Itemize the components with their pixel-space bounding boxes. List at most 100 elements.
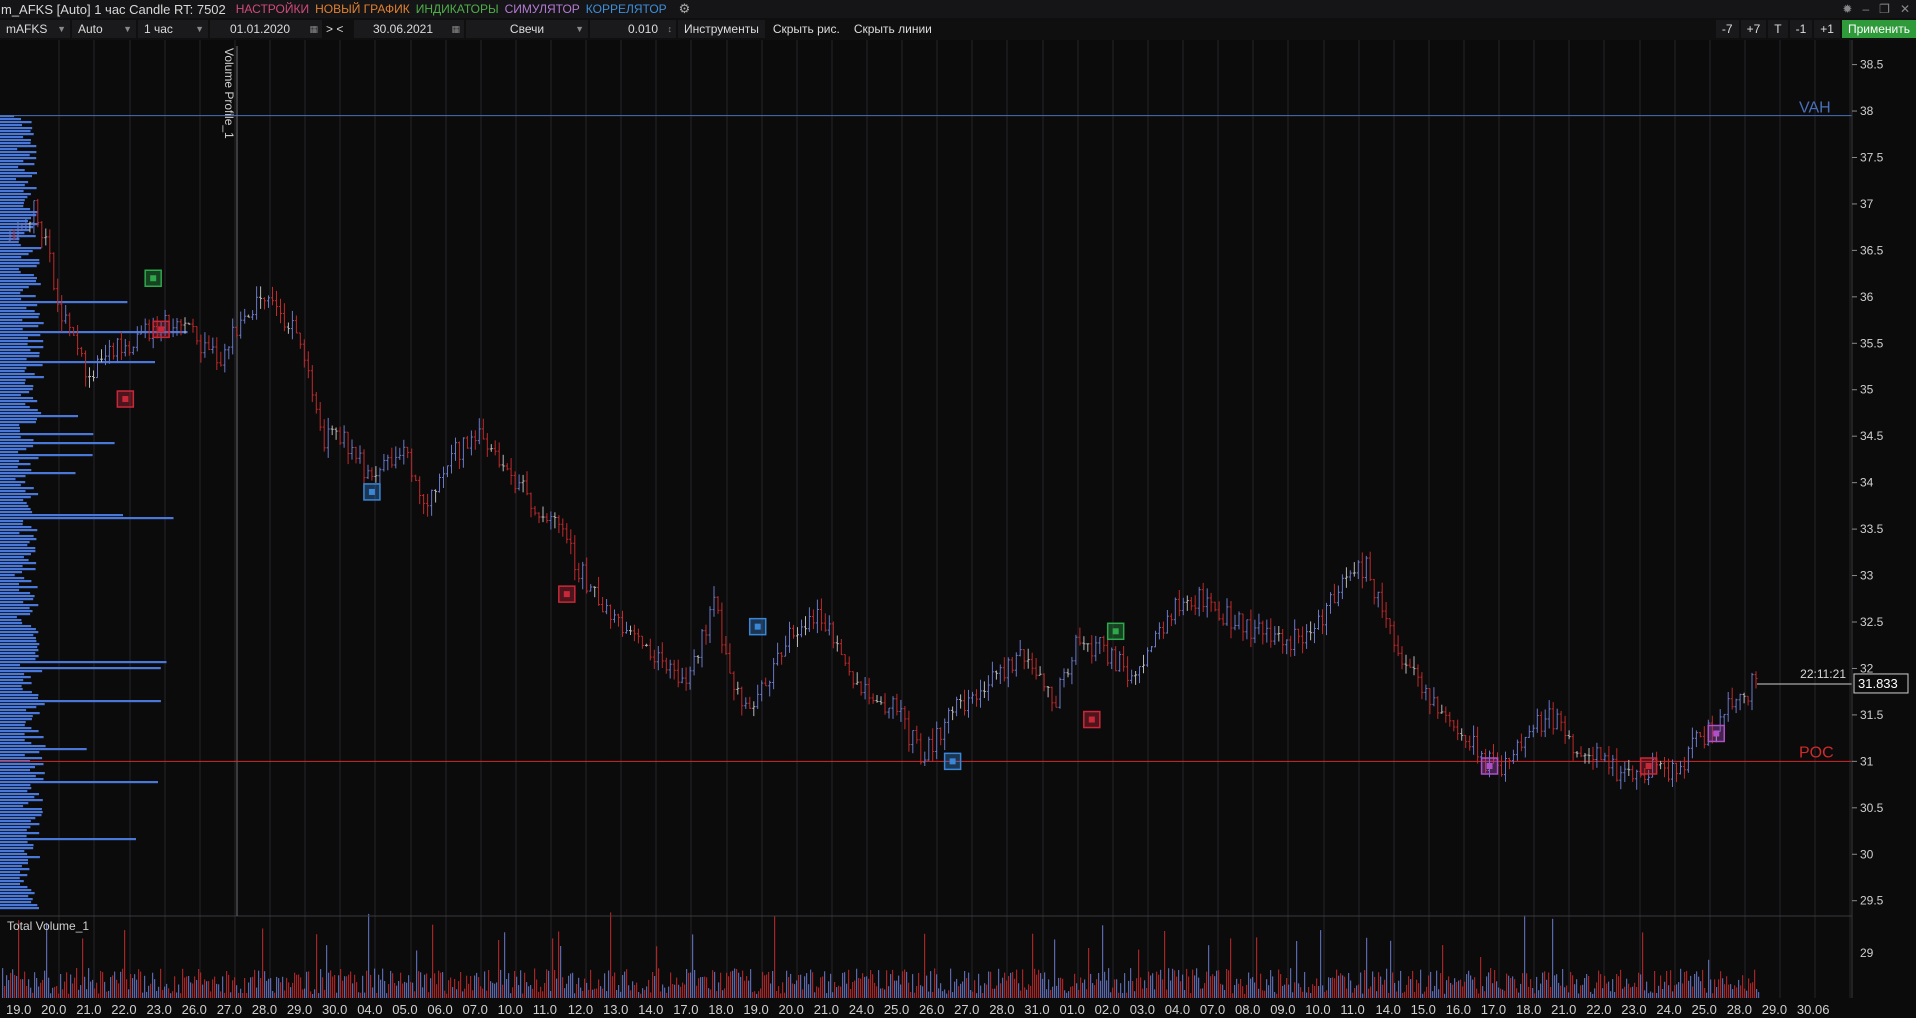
volume-bar: [240, 988, 242, 998]
volume-bar: [28, 979, 30, 998]
minimize-icon[interactable]: –: [1862, 2, 1869, 16]
volume-bar: [1364, 970, 1366, 998]
maximize-icon[interactable]: ❐: [1879, 2, 1890, 16]
menu-simulator[interactable]: СИМУЛЯТОР: [505, 2, 580, 16]
volume-bar: [538, 991, 540, 998]
calendar-icon[interactable]: ▦: [451, 20, 460, 38]
profile-bar: [0, 418, 37, 421]
profile-bar: [0, 124, 22, 127]
hide-drawings-button[interactable]: Скрыть рис.: [767, 20, 846, 38]
volume-bar: [1004, 972, 1006, 998]
volume-bar: [620, 991, 622, 998]
volume-bar: [966, 978, 968, 998]
gear-icon[interactable]: ⚙: [679, 1, 691, 17]
menu-indicators[interactable]: ИНДИКАТОРЫ: [416, 2, 499, 16]
volume-bar: [804, 976, 806, 998]
volume-bar: [82, 938, 84, 998]
volume-bar: [1474, 977, 1476, 998]
volume-bar: [680, 986, 682, 998]
volume-bar: [1122, 993, 1124, 998]
volume-bar: [996, 985, 998, 998]
close-icon[interactable]: ✕: [1900, 2, 1910, 16]
menu-correlator[interactable]: КОРРЕЛЯТОР: [586, 2, 667, 16]
menu-settings[interactable]: НАСТРОЙКИ: [236, 2, 309, 16]
profile-bar: [0, 706, 37, 709]
timeframe-select[interactable]: 1 час ▼: [138, 20, 208, 38]
profile-bar: [0, 358, 27, 361]
profile-bar: [0, 487, 34, 490]
volume-bar: [922, 986, 924, 998]
volume-bar: [1040, 973, 1042, 998]
shift-minus-1-button[interactable]: -1: [1789, 20, 1813, 38]
tick-size-stepper[interactable]: 0.010 ↕: [590, 20, 676, 38]
volume-bar: [20, 979, 22, 998]
volume-bar: [246, 993, 248, 998]
volume-bar: [1382, 984, 1384, 998]
today-button[interactable]: T: [1768, 20, 1788, 38]
pin-icon[interactable]: ✹: [1842, 2, 1852, 16]
apply-button[interactable]: Применить: [1841, 20, 1916, 38]
volume-bar: [96, 982, 98, 998]
volume-bar: [746, 976, 748, 998]
volume-bar: [826, 993, 828, 998]
price-chart[interactable]: Volume Profile_1 VAH POC 22:11:21 29.5 30 3…: [0, 40, 1916, 1018]
volume-bar: [1174, 970, 1176, 998]
volume-bar: [1232, 993, 1234, 998]
volume-bar: [932, 992, 934, 998]
symbol-select[interactable]: mAFKS ▼: [0, 20, 70, 38]
volume-bar: [1568, 992, 1570, 998]
volume-bar: [1132, 981, 1134, 998]
hide-lines-button[interactable]: Скрыть линии: [848, 20, 938, 38]
volume-bar: [1058, 977, 1060, 998]
profile-bar: [0, 175, 32, 178]
date-to-field[interactable]: 30.06.2021 ▦: [354, 20, 464, 38]
volume-bar: [30, 987, 32, 998]
volume-bar: [1514, 979, 1516, 998]
volume-bar: [1488, 972, 1490, 998]
price-tick-label: 35.5: [1860, 336, 1884, 350]
volume-bar: [390, 970, 392, 998]
shift-plus-7-button[interactable]: +7: [1740, 20, 1767, 38]
volume-bar: [626, 969, 628, 998]
profile-bar: [0, 904, 38, 907]
volume-bar: [322, 977, 324, 998]
profile-bar: [0, 748, 87, 751]
shift-minus-7-button[interactable]: -7: [1715, 20, 1739, 38]
volume-bar: [838, 985, 840, 998]
mode-select[interactable]: Auto ▼: [72, 20, 136, 38]
volume-bar: [942, 991, 944, 998]
volume-bar: [1194, 975, 1196, 998]
nav-arrows[interactable]: > <: [324, 20, 352, 38]
volume-bar: [60, 974, 62, 998]
stepper-icon[interactable]: ↕: [668, 20, 673, 38]
volume-bar: [1010, 972, 1012, 998]
shift-plus-1-button[interactable]: +1: [1814, 20, 1840, 38]
menu-new-chart[interactable]: НОВЫЙ ГРАФИК: [315, 2, 410, 16]
volume-bar: [364, 992, 366, 998]
price-axis[interactable]: 29.5 30 30.5 31 31.5 32 32.5 33 33.5 34 34.5 35 35.5…: [1851, 40, 1916, 1018]
profile-bar: [0, 763, 44, 766]
volume-bar: [1146, 988, 1148, 998]
date-from-field[interactable]: 01.01.2020 ▦: [210, 20, 322, 38]
profile-bar: [0, 901, 32, 904]
instruments-button[interactable]: Инструменты: [678, 20, 765, 38]
profile-bar: [0, 652, 36, 655]
volume-bar: [106, 991, 108, 998]
calendar-icon[interactable]: ▦: [309, 20, 318, 38]
price-tick-label: 37.5: [1860, 150, 1884, 164]
profile-bar: [0, 424, 20, 427]
chart-type-select[interactable]: Свечи ▼: [466, 20, 588, 38]
volume-bar: [1688, 980, 1690, 998]
volume-bar: [608, 970, 610, 998]
volume-bar: [1500, 988, 1502, 998]
volume-bar: [1728, 984, 1730, 998]
volume-bar: [984, 983, 986, 998]
profile-bar: [0, 667, 161, 670]
poc-label: POC: [1799, 744, 1834, 761]
date-tick-label: 06.0: [427, 1002, 452, 1017]
profile-bar: [0, 343, 28, 346]
volume-bar: [1176, 976, 1178, 998]
volume-bar: [1400, 970, 1402, 998]
profile-bar: [0, 754, 25, 757]
volume-bar: [1352, 992, 1354, 998]
